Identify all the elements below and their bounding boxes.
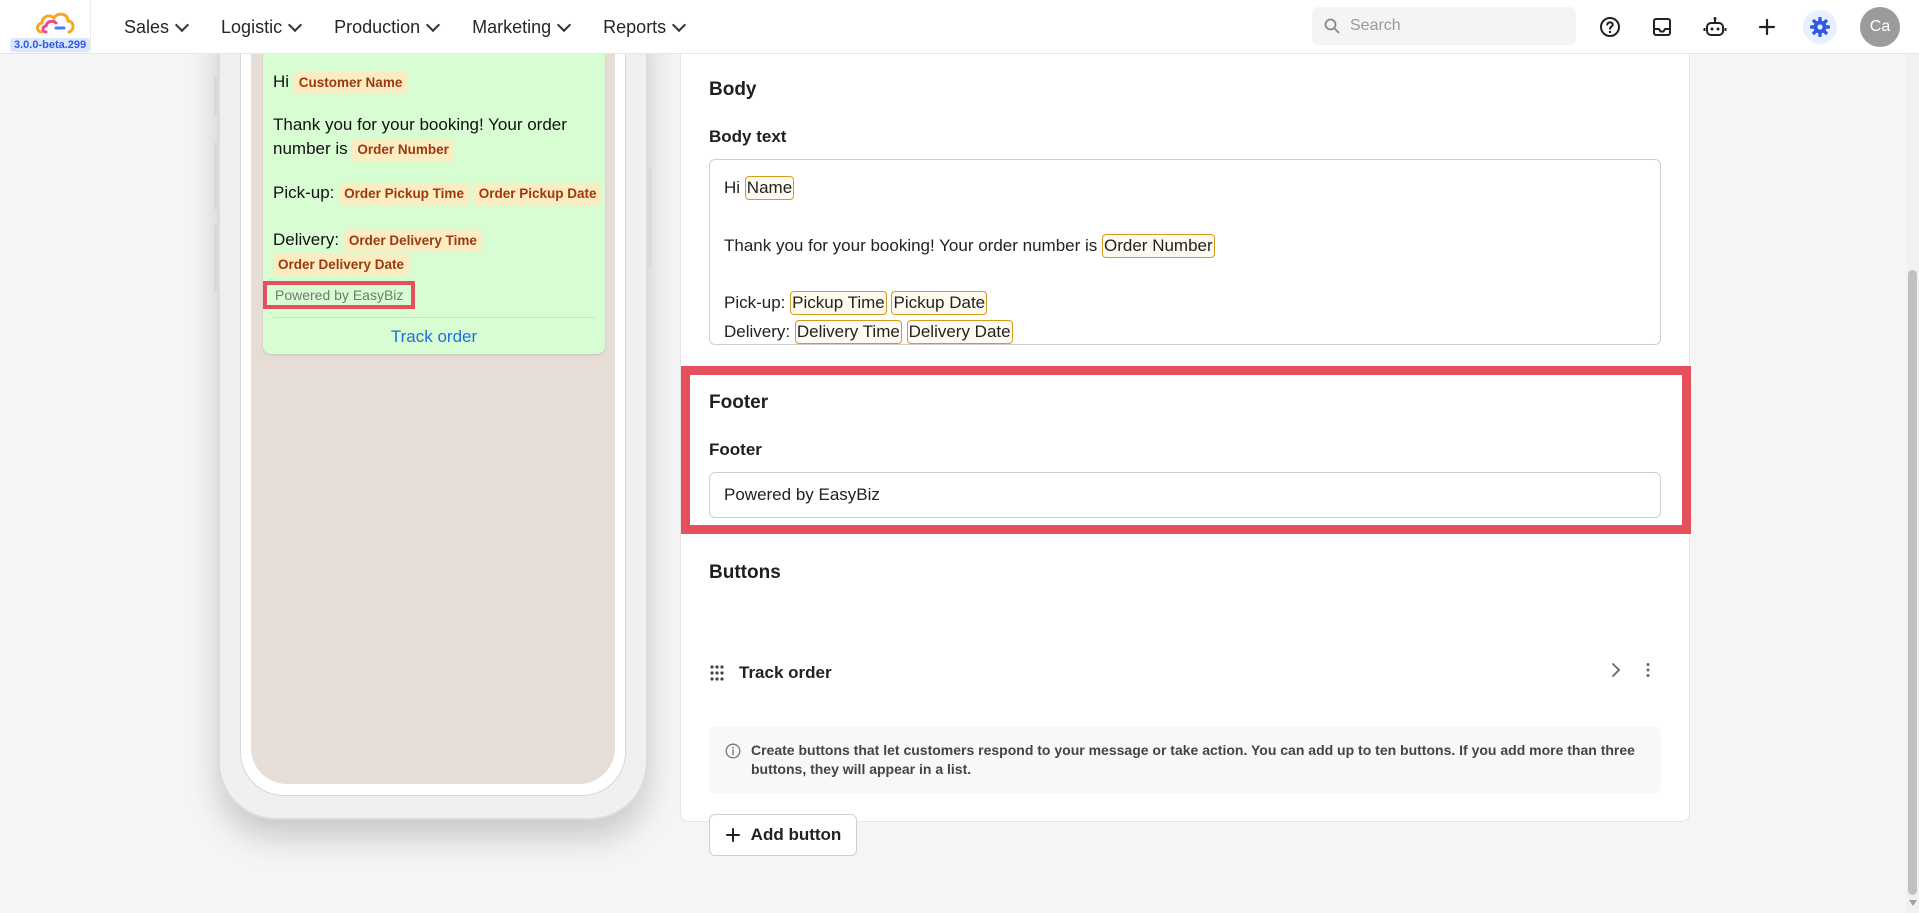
gear-icon xyxy=(1810,17,1830,37)
body-hi: Hi xyxy=(724,178,741,197)
chevron-down-icon xyxy=(672,17,687,32)
variable-chip[interactable]: Name xyxy=(744,176,795,200)
variable-chip[interactable]: Delivery Time xyxy=(794,320,902,344)
variable-tag: Order Pickup Date xyxy=(473,183,602,205)
nav-sales[interactable]: Sales xyxy=(124,16,190,38)
variable-chip[interactable]: Pickup Time xyxy=(790,291,887,315)
info-icon xyxy=(725,743,741,759)
inbox-icon xyxy=(1653,18,1671,36)
variable-chip[interactable]: Order Number xyxy=(1102,234,1215,258)
body-line-pickup: Pick-up: Pickup Time Pickup Date xyxy=(724,291,988,315)
variable-tag: Order Delivery Time xyxy=(343,230,482,252)
preview-track-order-button[interactable]: Track order xyxy=(263,327,605,347)
body-text-editor[interactable]: Hi Name Thank you for your booking! Your… xyxy=(709,159,1661,345)
nav-logistic[interactable]: Logistic xyxy=(221,16,303,38)
settings-button[interactable] xyxy=(1803,10,1837,44)
drag-handle-icon[interactable] xyxy=(709,664,725,682)
buttons-info-text: Create buttons that let customers respon… xyxy=(751,742,1635,777)
preview-thanks-line: Thank you for your booking! Your order n… xyxy=(273,113,593,161)
phone-side-button xyxy=(214,76,218,116)
message-bubble: Hi Customer Name Thank you for your book… xyxy=(263,54,605,354)
plus-icon xyxy=(1758,18,1776,36)
button-item-actions xyxy=(1611,662,1651,678)
assistant-button[interactable] xyxy=(1698,10,1732,44)
help-icon xyxy=(1600,17,1620,37)
preview-pickup-line: Pick-up: Order Pickup Time Order Pickup … xyxy=(273,181,603,205)
body-thanks: Thank you for your booking! Your order n… xyxy=(724,236,1098,255)
footer-field-label: Footer xyxy=(709,440,762,459)
chevron-down-icon xyxy=(426,17,441,32)
body-text-label: Body text xyxy=(709,127,787,146)
add-button-label: Add button xyxy=(750,825,842,844)
help-button[interactable] xyxy=(1593,10,1627,44)
template-editor-card: Body Body text Hi Name Thank you for you… xyxy=(680,54,1691,856)
phone-bezel: Hi Customer Name Thank you for your book… xyxy=(240,10,626,796)
nav-marketing[interactable]: Marketing xyxy=(472,16,572,38)
preview-pickup-label: Pick-up: xyxy=(273,183,335,202)
inbox-button[interactable] xyxy=(1645,10,1679,44)
add-button-button[interactable]: Add button xyxy=(709,814,857,856)
preview-greeting: Hi xyxy=(273,72,290,91)
variable-chip[interactable]: Pickup Date xyxy=(891,291,988,315)
variable-tag: Order Pickup Time xyxy=(339,183,469,205)
body-pickup-label: Pick-up: xyxy=(724,293,786,312)
body-line-thanks: Thank you for your booking! Your order n… xyxy=(724,234,1215,258)
preview-delivery-label: Delivery: xyxy=(273,230,340,249)
bubble-divider xyxy=(273,317,595,318)
button-item-label: Track order xyxy=(739,663,832,682)
cloud-logo-icon xyxy=(36,12,75,34)
footer-section-title: Footer xyxy=(709,392,769,413)
search-input[interactable] xyxy=(1350,17,1550,35)
search-icon xyxy=(1324,18,1340,34)
footer-input[interactable] xyxy=(709,472,1661,518)
variable-tag: Order Delivery Date xyxy=(273,254,410,276)
chevron-down-icon xyxy=(287,17,303,32)
nav-production[interactable]: Production xyxy=(334,16,441,38)
chevron-down-icon xyxy=(557,17,572,32)
button-list-item[interactable]: Track order xyxy=(709,652,1661,694)
body-delivery-label: Delivery: xyxy=(724,322,791,341)
body-line-delivery: Delivery: Delivery Time Delivery Date xyxy=(724,320,1013,344)
scroll-down-arrow[interactable] xyxy=(1909,900,1917,906)
nav-production-label: Production xyxy=(334,16,421,37)
phone-side-button xyxy=(214,142,218,210)
nav-reports-label: Reports xyxy=(603,16,667,37)
bot-icon xyxy=(1703,17,1727,36)
app-logo[interactable]: 3.0.0-beta.299 xyxy=(10,6,100,52)
phone-preview: Hi Customer Name Thank you for your book… xyxy=(214,10,652,820)
version-badge: 3.0.0-beta.299 xyxy=(10,38,91,52)
user-avatar[interactable]: Ca xyxy=(1860,7,1900,47)
body-line-greeting: Hi Name xyxy=(724,176,795,200)
buttons-info-note: Create buttons that let customers respon… xyxy=(709,727,1661,793)
create-button[interactable] xyxy=(1750,10,1784,44)
main-menu: Sales Logistic Production Marketing Repo… xyxy=(124,0,687,54)
preview-greeting-line: Hi Customer Name xyxy=(273,70,408,94)
phone-side-button xyxy=(214,224,218,292)
chevron-right-icon[interactable] xyxy=(1611,662,1621,678)
buttons-section-title: Buttons xyxy=(709,562,781,583)
nav-reports[interactable]: Reports xyxy=(603,16,687,38)
chat-screen: Hi Customer Name Thank you for your book… xyxy=(251,10,615,784)
page-scrollbar-thumb[interactable] xyxy=(1908,270,1917,895)
top-navigation: 3.0.0-beta.299 Sales Logistic Production… xyxy=(0,0,1919,54)
nav-sales-label: Sales xyxy=(124,16,170,37)
nav-logistic-label: Logistic xyxy=(221,16,283,37)
more-vertical-icon[interactable] xyxy=(1645,662,1651,678)
plus-icon xyxy=(725,828,740,842)
preview-delivery-line: Delivery: Order Delivery Time Order Deli… xyxy=(273,228,603,276)
preview-footer-text: Powered by EasyBiz xyxy=(263,281,416,309)
chevron-down-icon xyxy=(174,17,190,32)
variable-tag: Customer Name xyxy=(293,72,408,94)
phone-side-button xyxy=(648,168,652,268)
global-search xyxy=(1312,7,1576,45)
nav-divider xyxy=(90,0,91,54)
variable-tag: Order Number xyxy=(352,139,454,161)
body-section-title: Body xyxy=(709,79,757,100)
variable-chip[interactable]: Delivery Date xyxy=(906,320,1013,344)
nav-marketing-label: Marketing xyxy=(472,16,552,37)
